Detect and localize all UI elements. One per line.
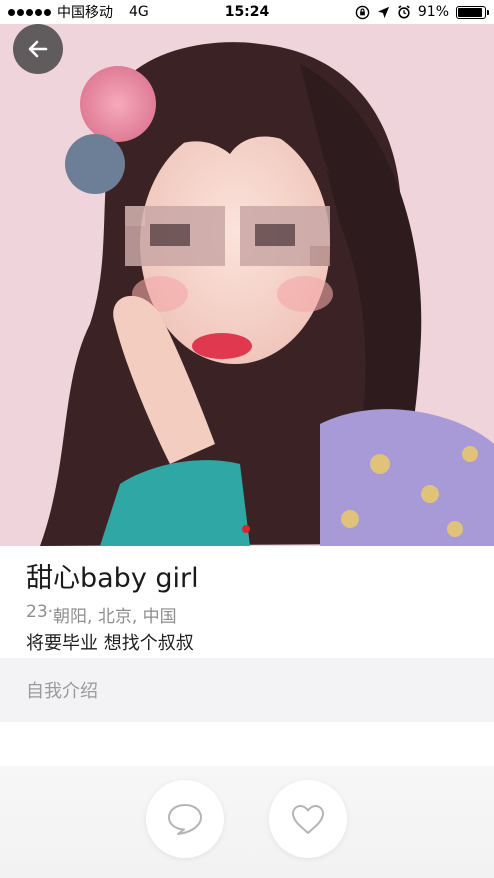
rotation-lock-icon	[355, 5, 370, 19]
profile-age: 23	[26, 602, 48, 622]
profile-photo[interactable]	[0, 24, 494, 546]
battery-percent: 91%	[417, 4, 449, 20]
back-button[interactable]	[13, 24, 63, 74]
self-intro-section: 自我介绍	[0, 658, 494, 722]
status-bar: 中国移动 4G 15:24 91%	[0, 0, 494, 24]
heart-icon	[292, 805, 324, 834]
action-bar	[0, 766, 494, 878]
status-left: 中国移动 4G	[8, 2, 149, 22]
arrow-left-icon	[28, 40, 48, 58]
profile-meta: 23 · 朝阳, 北京, 中国	[26, 602, 468, 627]
signal-icon	[8, 8, 51, 16]
location-arrow-icon	[377, 6, 389, 18]
chat-button[interactable]	[146, 780, 224, 858]
network-label: 4G	[129, 4, 149, 20]
profile-bio: 将要毕业 想找个叔叔	[26, 633, 194, 654]
carrier-label: 中国移动	[57, 5, 113, 21]
battery-icon	[456, 5, 489, 19]
profile-location: 朝阳, 北京, 中国	[53, 607, 177, 627]
chat-bubble-icon	[168, 804, 202, 835]
profile-info: 甜心baby girl 23 · 朝阳, 北京, 中国 将要毕业 想找个叔叔	[0, 546, 494, 655]
self-intro-label: 自我介绍	[26, 681, 98, 702]
like-button[interactable]	[269, 780, 347, 858]
battery-level	[458, 7, 482, 17]
alarm-icon	[398, 5, 410, 19]
profile-photo-image	[0, 24, 494, 546]
status-right: 91%	[355, 4, 489, 20]
profile-name: 甜心baby girl	[26, 563, 199, 594]
